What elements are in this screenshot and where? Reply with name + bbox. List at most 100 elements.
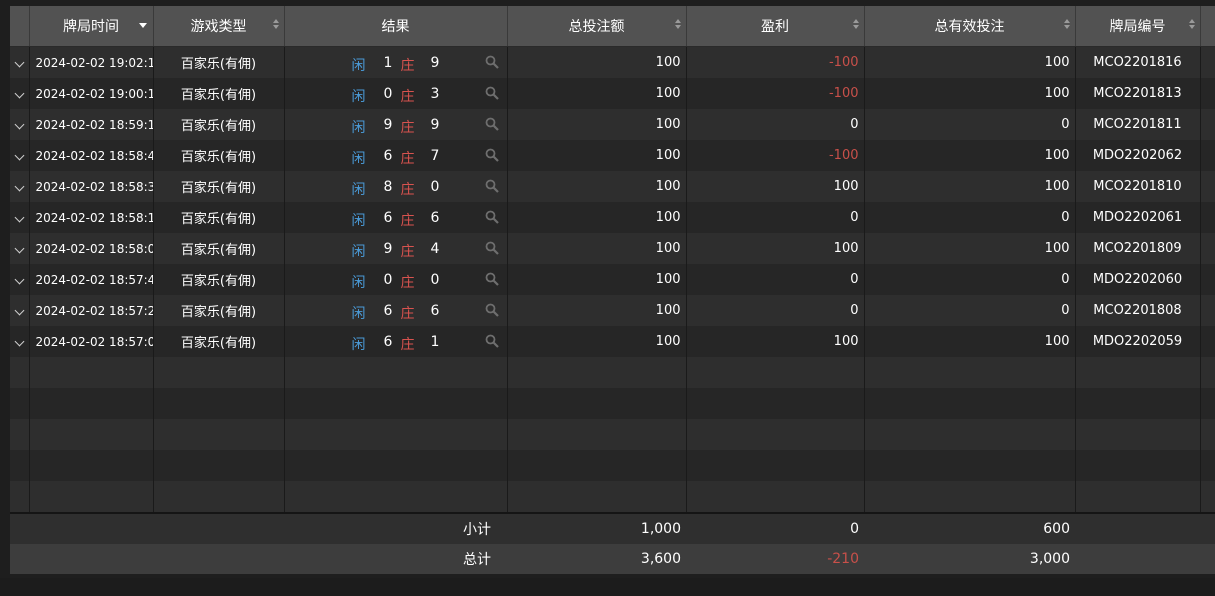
table-row[interactable]: 2024-02-02 18:57:40 百家乐(有佣) 闲 0 庄 0 100 0 0 MDO22… [10,264,1215,295]
time-column-header[interactable]: 牌局时间 [29,6,154,47]
banker-label: 庄 [400,89,415,105]
round-id-header-label: 牌局编号 [1109,19,1166,35]
round-id-cell: MCO2201816 [1075,46,1201,78]
sort-desc-icon[interactable] [138,23,147,28]
empty-cell [284,357,508,388]
chevron-down-icon[interactable] [14,243,25,254]
magnifier-icon[interactable] [485,272,499,286]
magnifier-icon[interactable] [485,86,499,100]
table-row[interactable]: 2024-02-02 19:02:15 百家乐(有佣) 闲 1 庄 9 100 -100 100… [10,46,1215,78]
empty-row [10,357,1215,388]
magnifier-icon[interactable] [485,303,499,317]
player-label: 闲 [351,182,366,198]
empty-cell [10,450,30,481]
valid-bet-cell: 0 [864,264,1076,295]
expand-cell[interactable] [10,233,30,264]
empty-cell [10,357,30,388]
magnifier-icon[interactable] [485,241,499,255]
magnifier-icon[interactable] [485,117,499,131]
magnifier-icon[interactable] [485,148,499,162]
round-id-column-header[interactable]: 牌局编号 [1075,6,1201,47]
empty-cell [10,419,30,450]
table-row[interactable]: 2024-02-02 19:00:16 百家乐(有佣) 闲 0 庄 3 100 -100 100… [10,78,1215,109]
expand-cell[interactable] [10,140,30,171]
banker-score: 9 [430,55,440,71]
expand-cell[interactable] [10,171,30,202]
scrollbar-header-spacer [1200,6,1215,47]
round-id-cell: MCO2201811 [1075,109,1201,140]
valid-bet-column-header[interactable]: 总有效投注 [864,6,1076,47]
profit-column-header[interactable]: 盈利 [686,6,865,47]
time-cell: 2024-02-02 18:59:10 [29,109,154,140]
magnifier-icon[interactable] [485,334,499,348]
row-spacer-cell [1200,233,1215,264]
magnifier-icon[interactable] [485,210,499,224]
chevron-down-icon[interactable] [14,212,25,223]
total-label: 总计 [10,544,507,574]
chevron-down-icon[interactable] [14,274,25,285]
chevron-down-icon[interactable] [14,119,25,130]
table-row[interactable]: 2024-02-02 18:59:10 百家乐(有佣) 闲 9 庄 9 100 0 0 MCO22… [10,109,1215,140]
valid-bet-cell: 100 [864,140,1076,171]
game-type-column-header[interactable]: 游戏类型 [153,6,285,47]
total-bet-cell: 100 [507,295,687,326]
time-cell: 2024-02-02 18:58:00 [29,233,154,264]
expand-cell[interactable] [10,264,30,295]
chevron-down-icon[interactable] [14,150,25,161]
profit-cell: -100 [686,78,865,109]
result-wrapper: 闲 6庄7 [285,140,507,171]
table-row[interactable]: 2024-02-02 18:58:12 百家乐(有佣) 闲 6 庄 6 100 0 0 MDO22… [10,202,1215,233]
player-score: 6 [383,210,393,226]
result-wrapper: 闲 0庄0 [285,264,507,295]
empty-cell [29,388,154,419]
row-spacer-cell [1200,202,1215,233]
chevron-down-icon[interactable] [14,57,25,68]
total-valid-bet: 3,000 [864,544,1075,574]
total-bet-column-header[interactable]: 总投注额 [507,6,687,47]
empty-cell [1200,357,1215,388]
empty-cell [153,450,285,481]
table-body: 2024-02-02 19:02:15 百家乐(有佣) 闲 1 庄 9 100 -100 100… [10,46,1215,513]
table-row[interactable]: 2024-02-02 18:57:08 百家乐(有佣) 闲 6 庄 1 100 100 100 M… [10,326,1215,357]
table-row[interactable]: 2024-02-02 18:58:00 百家乐(有佣) 闲 9 庄 4 100 100 100 M… [10,233,1215,264]
result-wrapper: 闲 6庄6 [285,295,507,326]
player-score: 6 [383,303,393,319]
chevron-down-icon[interactable] [14,305,25,316]
table-row[interactable]: 2024-02-02 18:57:27 百家乐(有佣) 闲 6 庄 6 100 0 0 MCO22… [10,295,1215,326]
expand-cell[interactable] [10,326,30,357]
chevron-down-icon[interactable] [14,181,25,192]
empty-cell [864,481,1076,513]
row-spacer-cell [1200,46,1215,78]
sort-icon[interactable] [852,19,860,33]
empty-cell [864,357,1076,388]
result-cell: 闲 6庄6 [284,202,508,233]
result-cell: 闲 6庄7 [284,140,508,171]
expand-cell[interactable] [10,295,30,326]
magnifier-icon[interactable] [485,55,499,69]
empty-cell [507,419,687,450]
game-type-cell: 百家乐(有佣) [153,264,285,295]
table-row[interactable]: 2024-02-02 18:58:44 百家乐(有佣) 闲 6 庄 7 100 -100 100… [10,140,1215,171]
expand-cell[interactable] [10,78,30,109]
expand-cell[interactable] [10,202,30,233]
result-header-label: 结果 [381,19,410,35]
time-cell: 2024-02-02 18:57:40 [29,264,154,295]
result-cell: 闲 9庄4 [284,233,508,264]
player-label: 闲 [351,89,366,105]
time-cell: 2024-02-02 18:58:44 [29,140,154,171]
table-row[interactable]: 2024-02-02 18:58:38 百家乐(有佣) 闲 8 庄 0 100 100 100 M… [10,171,1215,202]
sort-icon[interactable] [1063,19,1071,33]
expand-cell[interactable] [10,109,30,140]
expand-cell[interactable] [10,46,30,78]
empty-cell [284,388,508,419]
sort-icon[interactable] [674,19,682,33]
game-type-cell: 百家乐(有佣) [153,109,285,140]
time-cell: 2024-02-02 18:57:08 [29,326,154,357]
time-cell: 2024-02-02 19:02:15 [29,46,154,78]
chevron-down-icon[interactable] [14,88,25,99]
chevron-down-icon[interactable] [14,336,25,347]
sort-icon[interactable] [1188,19,1196,33]
sort-icon[interactable] [272,19,280,33]
magnifier-icon[interactable] [485,179,499,193]
valid-bet-cell: 0 [864,295,1076,326]
